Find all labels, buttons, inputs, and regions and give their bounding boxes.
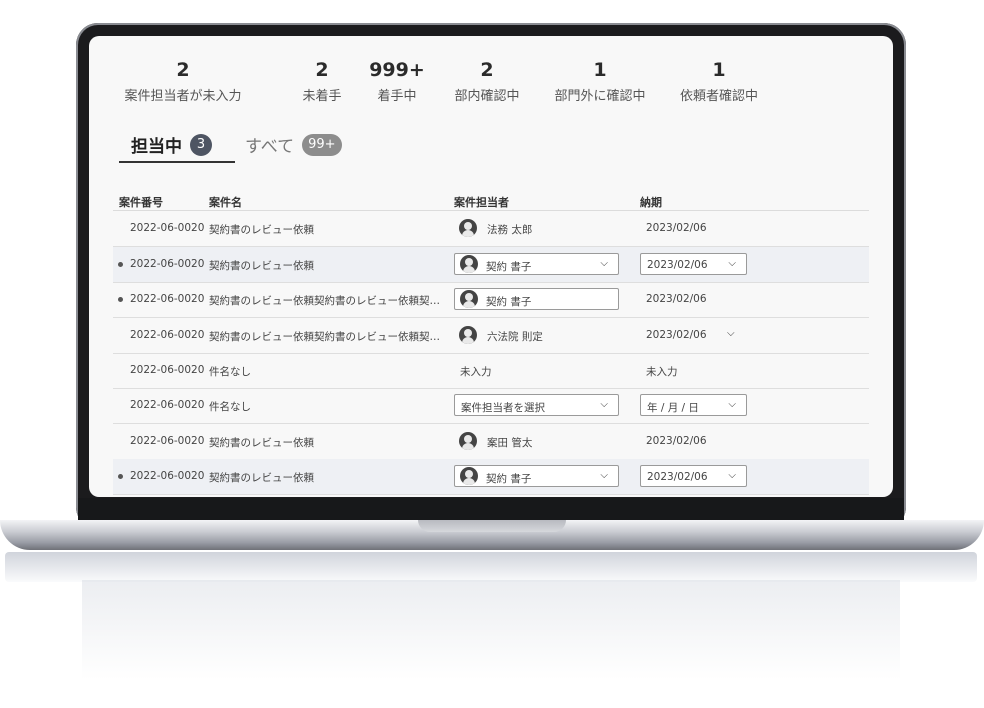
stat-value: 2: [315, 59, 329, 81]
chevron-down-icon: ⌵: [600, 470, 608, 481]
user-avatar-icon: [460, 467, 478, 485]
tab-count-badge: 3: [190, 133, 212, 156]
case-id: 2022-06-0020: [130, 222, 205, 234]
laptop-notch: [418, 520, 566, 532]
chevron-down-icon: ⌵: [728, 258, 736, 269]
stat-label: 未着手: [302, 89, 342, 104]
stat-in-progress[interactable]: 999+ 着手中: [365, 59, 429, 104]
chevron-down-icon: ⌵: [600, 258, 608, 269]
stat-internal-review[interactable]: 2 部内確認中: [447, 59, 527, 104]
assignee-name: 契約 書子: [486, 473, 532, 485]
chevron-down-icon[interactable]: ⌵: [727, 328, 735, 339]
user-avatar-icon: [460, 255, 478, 273]
assignee-name: 六法院 則定: [487, 331, 543, 343]
tab-all[interactable]: すべて 99+: [245, 132, 342, 157]
stat-not-started[interactable]: 2 未着手: [285, 59, 359, 104]
assignee-empty: 未入力: [460, 366, 492, 378]
table-row[interactable]: 2022-06-0020 契約書のレビュー依頼 契約 書子 ⌵ 2023/02/…: [113, 459, 869, 495]
case-name[interactable]: 契約書のレビュー依頼: [209, 222, 314, 237]
stat-value: 2: [176, 59, 190, 81]
assignee-name: 案田 管太: [487, 437, 533, 449]
chevron-down-icon: ⌵: [728, 470, 736, 481]
table-row[interactable]: 2022-06-0020 契約書のレビュー依頼 案田 管太 2023/02/06: [113, 424, 869, 460]
app-screen: 2 案件担当者が未入力 2 未着手 999+ 着手中 2 部内確認中 1 部門外…: [89, 36, 893, 497]
assignee-name: 法務 太郎: [487, 224, 533, 236]
reflection-screen: [82, 580, 900, 680]
stat-value: 1: [712, 59, 726, 81]
chevron-down-icon: ⌵: [728, 399, 736, 410]
tab-assigned[interactable]: 担当中 3: [131, 132, 212, 157]
case-id: 2022-06-0020: [130, 364, 205, 376]
case-name[interactable]: 件名なし: [209, 399, 251, 414]
case-id: 2022-06-0020: [130, 329, 205, 341]
stat-value: 2: [480, 59, 494, 81]
case-name[interactable]: 契約書のレビュー依頼: [209, 470, 314, 485]
reflection: [5, 552, 977, 582]
due-date-select[interactable]: 2023/02/06 ⌵: [640, 253, 747, 275]
due-date: 2023/02/06: [647, 471, 708, 483]
user-avatar-icon: [459, 326, 477, 344]
user-avatar-icon: [459, 432, 477, 450]
col-header-due[interactable]: 納期: [640, 194, 662, 210]
case-name[interactable]: 契約書のレビュー依頼契約書のレビュー依頼契…: [209, 293, 440, 308]
case-id: 2022-06-0020: [130, 470, 205, 482]
stat-unassigned[interactable]: 2 案件担当者が未入力: [119, 59, 247, 104]
table-row[interactable]: 2022-06-0020 契約書のレビュー依頼 法務 太郎 2023/02/06: [113, 211, 869, 247]
tab-count-badge: 99+: [302, 133, 342, 156]
stat-label: 部門外に確認中: [554, 89, 646, 104]
due-date: 2023/02/06: [646, 435, 707, 447]
due-date: 2023/02/06: [647, 259, 708, 271]
user-avatar-icon: [460, 290, 478, 308]
col-header-assignee[interactable]: 案件担当者: [454, 194, 509, 210]
due-date-select[interactable]: 2023/02/06 ⌵: [640, 465, 747, 487]
stat-label: 部内確認中: [454, 89, 520, 104]
tab-active-indicator: [119, 161, 235, 163]
col-header-name[interactable]: 案件名: [209, 194, 242, 210]
assignee-select[interactable]: 契約 書子 ⌵: [454, 253, 619, 275]
assignee-input[interactable]: 契約 書子: [454, 288, 619, 310]
case-name[interactable]: 契約書のレビュー依頼: [209, 258, 314, 273]
assignee-placeholder: 案件担当者を選択: [461, 402, 545, 414]
case-id: 2022-06-0020: [130, 435, 205, 447]
case-id: 2022-06-0020: [130, 258, 205, 270]
assignee-select[interactable]: 契約 書子 ⌵: [454, 465, 619, 487]
tab-label: すべて: [245, 137, 295, 157]
stat-label: 案件担当者が未入力: [124, 89, 242, 104]
unread-dot: [118, 474, 123, 479]
assignee-name: 契約 書子: [486, 296, 532, 308]
due-date: 2023/02/06: [646, 222, 707, 234]
tab-label: 担当中: [131, 137, 182, 157]
table-row[interactable]: 2022-06-0020 契約書のレビュー依頼契約書のレビュー依頼契… 契約 書…: [113, 282, 869, 318]
col-header-id[interactable]: 案件番号: [119, 194, 163, 210]
table-header: 案件番号 案件名 案件担当者 納期: [89, 190, 893, 210]
case-name[interactable]: 契約書のレビュー依頼: [209, 435, 314, 450]
case-name[interactable]: 契約書のレビュー依頼契約書のレビュー依頼契…: [209, 329, 440, 344]
chevron-down-icon: ⌵: [600, 399, 608, 410]
due-date-picker[interactable]: 年 / 月 / 日 ⌵: [640, 394, 747, 416]
table-row[interactable]: 2022-06-0020 契約書のレビュー依頼 契約 書子 ⌵ 2023/02/…: [113, 247, 869, 283]
stat-requester-review[interactable]: 1 依頼者確認中: [673, 59, 765, 104]
date-placeholder: 年 / 月 / 日: [647, 402, 699, 414]
unread-dot: [118, 262, 123, 267]
due-date-empty: 未入力: [646, 366, 678, 378]
table-row[interactable]: 2022-06-0020 件名なし 未入力 未入力: [113, 353, 869, 389]
table-row[interactable]: 2022-06-0020 契約書のレビュー依頼契約書のレビュー依頼契… 六法院 …: [113, 318, 869, 354]
assignee-select[interactable]: 案件担当者を選択 ⌵: [454, 394, 619, 416]
due-date: 2023/02/06: [646, 293, 707, 305]
table-row[interactable]: 2022-06-0020 件名なし 案件担当者を選択 ⌵ 年 / 月 / 日 ⌵: [113, 388, 869, 424]
case-id: 2022-06-0020: [130, 293, 205, 305]
unread-dot: [118, 297, 123, 302]
case-id: 2022-06-0020: [130, 399, 205, 411]
stat-external-review[interactable]: 1 部門外に確認中: [547, 59, 653, 104]
case-name[interactable]: 件名なし: [209, 364, 251, 379]
due-date: 2023/02/06: [646, 329, 707, 341]
user-avatar-icon: [459, 219, 477, 237]
stat-value: 999+: [369, 59, 425, 81]
stat-value: 1: [593, 59, 607, 81]
stat-label: 依頼者確認中: [679, 89, 758, 104]
assignee-name: 契約 書子: [486, 261, 532, 273]
stat-label: 着手中: [377, 89, 417, 104]
